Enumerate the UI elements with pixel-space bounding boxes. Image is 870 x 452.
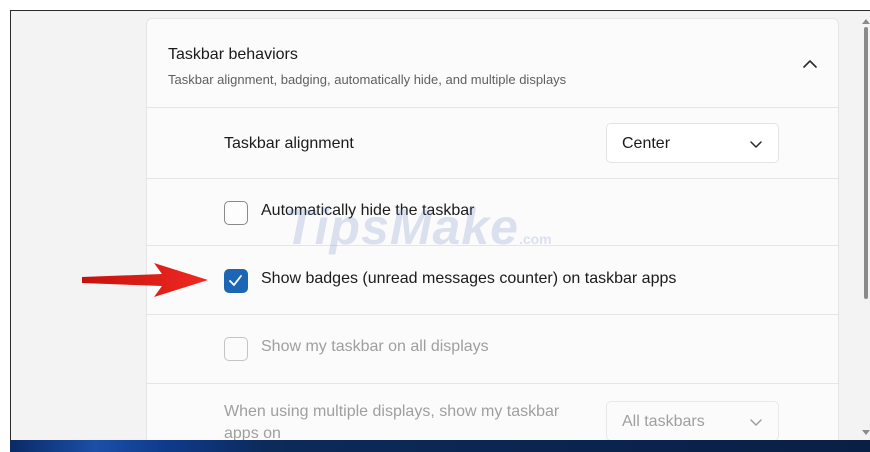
- alignment-label: Taskbar alignment: [224, 135, 354, 152]
- vertical-scrollbar[interactable]: [861, 11, 870, 441]
- multi-display-row: When using multiple displays, show my ta…: [146, 384, 839, 441]
- section-title: Taskbar behaviors: [168, 46, 298, 63]
- alignment-row: Taskbar alignment Center: [146, 108, 839, 179]
- scroll-up-icon[interactable]: [862, 13, 870, 24]
- multi-display-dropdown[interactable]: All taskbars: [606, 401, 779, 441]
- section-subtitle: Taskbar alignment, badging, automaticall…: [168, 72, 567, 87]
- badges-row: Show badges (unread messages counter) on…: [146, 246, 839, 315]
- auto-hide-row: Automatically hide the taskbar: [146, 179, 839, 246]
- badges-label: Show badges (unread messages counter) on…: [261, 270, 677, 287]
- settings-window: Taskbar behaviors Taskbar alignment, bad…: [10, 10, 870, 441]
- red-arrow-icon: [82, 263, 208, 297]
- windows-taskbar-strip: [10, 440, 870, 452]
- all-displays-row: Show my taskbar on all displays: [146, 315, 839, 384]
- auto-hide-label: Automatically hide the taskbar: [261, 202, 475, 219]
- all-displays-checkbox[interactable]: [224, 337, 248, 361]
- auto-hide-checkbox[interactable]: [224, 201, 248, 225]
- alignment-value: Center: [622, 135, 671, 152]
- scroll-down-icon[interactable]: [862, 423, 870, 435]
- chevron-down-icon: [748, 136, 764, 152]
- multi-display-label: When using multiple displays, show my ta…: [224, 403, 560, 441]
- chevron-up-icon[interactable]: [796, 49, 824, 77]
- badges-checkbox[interactable]: [224, 269, 248, 293]
- section-header[interactable]: Taskbar behaviors Taskbar alignment, bad…: [146, 18, 839, 108]
- alignment-dropdown[interactable]: Center: [606, 123, 779, 163]
- taskbar-behaviors-panel: Taskbar behaviors Taskbar alignment, bad…: [146, 18, 839, 441]
- checkmark-icon: [229, 275, 242, 286]
- scroll-thumb[interactable]: [864, 27, 868, 299]
- multi-display-value: All taskbars: [622, 413, 705, 430]
- chevron-down-icon: [748, 414, 764, 430]
- all-displays-label: Show my taskbar on all displays: [261, 338, 489, 355]
